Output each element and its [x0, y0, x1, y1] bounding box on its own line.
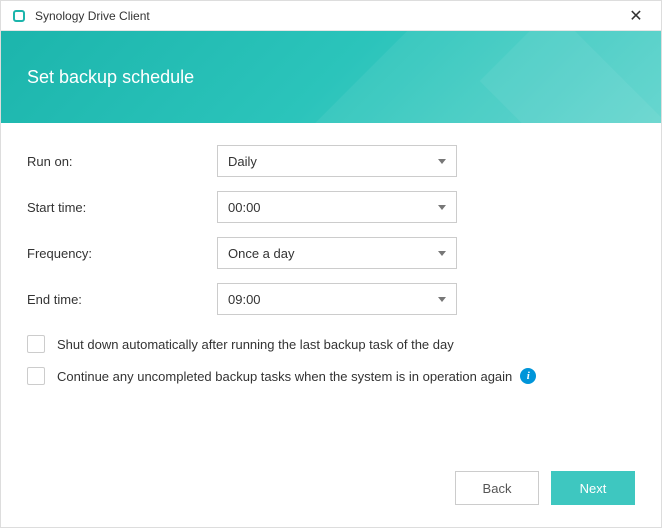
- form-row-frequency: Frequency: Once a day: [27, 237, 635, 269]
- app-title: Synology Drive Client: [35, 9, 621, 23]
- shutdown-label: Shut down automatically after running th…: [57, 337, 454, 352]
- back-button[interactable]: Back: [455, 471, 539, 505]
- chevron-down-icon: [438, 297, 446, 302]
- chevron-down-icon: [438, 159, 446, 164]
- end-time-select[interactable]: 09:00: [217, 283, 457, 315]
- start-time-select[interactable]: 00:00: [217, 191, 457, 223]
- banner: Set backup schedule: [1, 31, 661, 123]
- shutdown-option-row: Shut down automatically after running th…: [27, 335, 635, 353]
- frequency-label: Frequency:: [27, 246, 217, 261]
- form-row-end-time: End time: 09:00: [27, 283, 635, 315]
- chevron-down-icon: [438, 205, 446, 210]
- frequency-select[interactable]: Once a day: [217, 237, 457, 269]
- continue-label: Continue any uncompleted backup tasks wh…: [57, 369, 512, 384]
- form-row-start-time: Start time: 00:00: [27, 191, 635, 223]
- run-on-select[interactable]: Daily: [217, 145, 457, 177]
- content-area: Run on: Daily Start time: 00:00 Frequenc…: [1, 123, 661, 453]
- app-logo-icon: [11, 8, 27, 24]
- footer: Back Next: [1, 453, 661, 527]
- shutdown-checkbox[interactable]: [27, 335, 45, 353]
- start-time-value: 00:00: [228, 200, 438, 215]
- frequency-value: Once a day: [228, 246, 438, 261]
- titlebar: Synology Drive Client ✕: [1, 1, 661, 31]
- page-title: Set backup schedule: [27, 67, 194, 88]
- run-on-label: Run on:: [27, 154, 217, 169]
- next-button[interactable]: Next: [551, 471, 635, 505]
- end-time-value: 09:00: [228, 292, 438, 307]
- continue-option-row: Continue any uncompleted backup tasks wh…: [27, 367, 635, 385]
- chevron-down-icon: [438, 251, 446, 256]
- close-button[interactable]: ✕: [621, 6, 651, 26]
- info-icon[interactable]: i: [520, 368, 536, 384]
- start-time-label: Start time:: [27, 200, 217, 215]
- end-time-label: End time:: [27, 292, 217, 307]
- continue-checkbox[interactable]: [27, 367, 45, 385]
- run-on-value: Daily: [228, 154, 438, 169]
- form-row-run-on: Run on: Daily: [27, 145, 635, 177]
